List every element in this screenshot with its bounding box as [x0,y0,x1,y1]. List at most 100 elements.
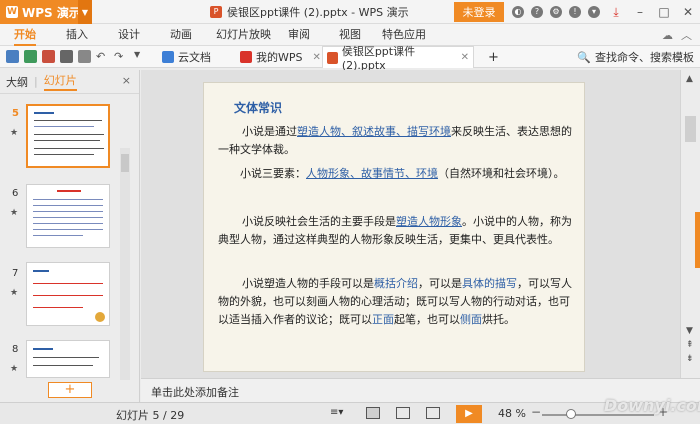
slide-thumbnail-8[interactable] [26,340,110,378]
tab-document-label: 侯银区ppt课件 (2).pptx [341,45,416,72]
animation-star-icon: ★ [10,288,19,298]
print-icon[interactable] [60,50,73,63]
maximize-icon[interactable]: □ [652,5,676,19]
menu-animation[interactable]: 动画 [170,24,192,46]
slide-number-7: 7 [12,268,19,279]
text-run: 小说塑造人物的手段可以是 [242,277,374,290]
command-search-placeholder: 查找命令、搜索模板 [595,51,694,64]
close-tab-icon[interactable]: ✕ [313,52,321,63]
minimize-icon[interactable]: – [628,5,652,19]
slide-title: 文体常识 [234,101,283,115]
slide-thumbnail-5[interactable] [26,104,110,168]
slide-canvas: 文体常识 小说是通过塑造人物、叙述故事、描写环境来反映生活、表达思想的一种文学体… [141,70,680,378]
slide-number-6: 6 [12,188,19,199]
save-icon[interactable] [24,50,37,63]
scroll-down-icon[interactable]: ▼ [686,326,693,336]
text-run: 小说反映社会生活的主要手段是 [242,215,396,228]
notes-placeholder: 单击此处添加备注 [151,386,239,399]
panel-scrollbar[interactable] [120,148,130,380]
reading-view-icon[interactable] [426,407,440,419]
feedback-icon[interactable]: ? [531,6,543,18]
command-search[interactable]: 🔍 查找命令、搜索模板 [577,46,694,68]
slide-number-5: 5 [12,108,19,119]
canvas-scrollbar[interactable]: ▲ ▼ ⇞ ⇟ [680,70,700,378]
highlight-run: 侧面 [460,313,482,326]
zoom-slider-handle[interactable] [566,409,576,419]
menu-insert[interactable]: 插入 [66,24,88,46]
new-tab-button[interactable]: + [484,46,503,68]
site-watermark: Downyi.com [604,396,700,415]
next-slide-icon[interactable]: ⇟ [686,354,694,364]
help-icon[interactable]: ! [569,6,581,18]
tab-separator: | [34,75,38,88]
paragraph-definition[interactable]: 小说是通过塑造人物、叙述故事、描写环境来反映生活、表达思想的一种文学体裁。 [218,123,574,159]
animation-star-icon: ★ [10,208,19,218]
export-pdf-icon[interactable] [42,50,55,63]
login-button[interactable]: 未登录 [454,2,504,22]
paragraph-three-elements[interactable]: 小说三要素：人物形象、故事情节、环境（自然环境和社会环境）。 [228,165,574,183]
download-icon[interactable]: ⤓ [604,5,628,20]
close-panel-icon[interactable]: × [122,74,131,87]
cloud-sync-icon[interactable]: ☁ [662,29,673,42]
scroll-up-icon[interactable]: ▲ [686,74,693,84]
zoom-out-button[interactable]: − [531,405,541,419]
app-name: WPS 演示 [22,5,81,20]
highlight-run: 正面 [372,313,394,326]
paragraph-techniques[interactable]: 小说塑造人物的手段可以是概括介绍，可以是具体的描写，可以写人物的外貌，也可以刻画… [218,275,574,329]
status-bar: 幻灯片 5 / 29 ≡▾ ▶ 48 % − + [0,402,700,424]
menu-review[interactable]: 审阅 [288,24,310,46]
search-icon: 🔍 [577,50,591,64]
wps-logo-icon: W [6,6,18,18]
menu-home[interactable]: 开始 [14,24,36,46]
slide-thumbnail-7[interactable] [26,262,110,326]
redo-icon[interactable]: ↷ [114,50,127,63]
skin-icon[interactable]: ◐ [512,6,524,18]
quick-toolbar: ↶ ↷ ▼ 云文档 我的WPS ✕ 侯银区ppt课件 (2).pptx ✕ + … [0,45,700,72]
more-icon[interactable]: ▾ [588,6,600,18]
undo-icon[interactable]: ↶ [96,50,109,63]
document-title: P 侯银区ppt课件 (2).pptx - WPS 演示 [210,0,409,24]
tab-cloud-docs[interactable]: 云文档 [158,46,215,68]
normal-view-icon[interactable] [366,407,380,419]
panel-scrollbar-thumb[interactable] [121,154,129,172]
document-title-text: 侯银区ppt课件 (2).pptx - WPS 演示 [227,6,409,19]
chevron-down-icon[interactable]: ▼ [78,0,92,24]
slide-panel: 大纲 | 幻灯片 × 5 ★ 6 ★ 7 ★ 8 ★ + [0,70,140,402]
slide-thumbnail-6[interactable] [26,184,110,248]
menu-slideshow[interactable]: 幻灯片放映 [216,24,271,46]
add-slide-button[interactable]: + [48,382,92,398]
close-icon[interactable]: ✕ [676,5,700,19]
app-menu-button[interactable]: W WPS 演示 ▼ [0,0,92,24]
slide-sorter-icon[interactable] [396,407,410,419]
menu-design[interactable]: 设计 [118,24,140,46]
play-slideshow-button[interactable]: ▶ [456,405,482,423]
slide-number-8: 8 [12,344,19,355]
zoom-level: 48 % [498,407,526,420]
tab-my-wps-label: 我的WPS [256,51,303,64]
current-slide[interactable]: 文体常识 小说是通过塑造人物、叙述故事、描写环境来反映生活、表达思想的一种文学体… [203,82,585,372]
tab-slides[interactable]: 幻灯片 [43,72,77,91]
text-run: （自然环境和社会环境）。 [438,167,565,180]
menu-right-icons: ☁ ︿ [662,24,692,46]
print-preview-icon[interactable] [78,50,91,63]
previous-slide-icon[interactable]: ⇞ [686,340,694,350]
tab-document[interactable]: 侯银区ppt课件 (2).pptx ✕ [322,45,474,72]
title-icons: ◐ ? ⚙ ! ▾ [512,0,600,24]
chevron-up-icon[interactable]: ︿ [681,27,692,43]
side-tab-handle[interactable] [695,212,700,268]
paragraph-character[interactable]: 小说反映社会生活的主要手段是塑造人物形象。小说中的人物，称为典型人物，通过这样典… [218,213,574,249]
tab-my-wps[interactable]: 我的WPS ✕ [236,46,325,68]
highlight-run: 人物形象、故事情节、环境 [306,167,438,180]
flower-decoration-icon [95,312,105,322]
close-tab-icon[interactable]: ✕ [461,52,469,63]
cloud-docs-icon [162,51,174,63]
settings-icon[interactable]: ⚙ [550,6,562,18]
panel-tabs: 大纲 | 幻灯片 × [0,70,139,94]
notes-toggle-icon[interactable]: ≡▾ [330,407,344,419]
new-file-icon[interactable] [6,50,19,63]
customize-icon[interactable]: ▼ [134,50,147,63]
canvas-scrollbar-thumb[interactable] [685,116,696,142]
title-bar: W WPS 演示 ▼ P 侯银区ppt课件 (2).pptx - WPS 演示 … [0,0,700,24]
tab-outline[interactable]: 大纲 [6,74,28,90]
highlight-run: 概括介绍 [374,277,418,290]
